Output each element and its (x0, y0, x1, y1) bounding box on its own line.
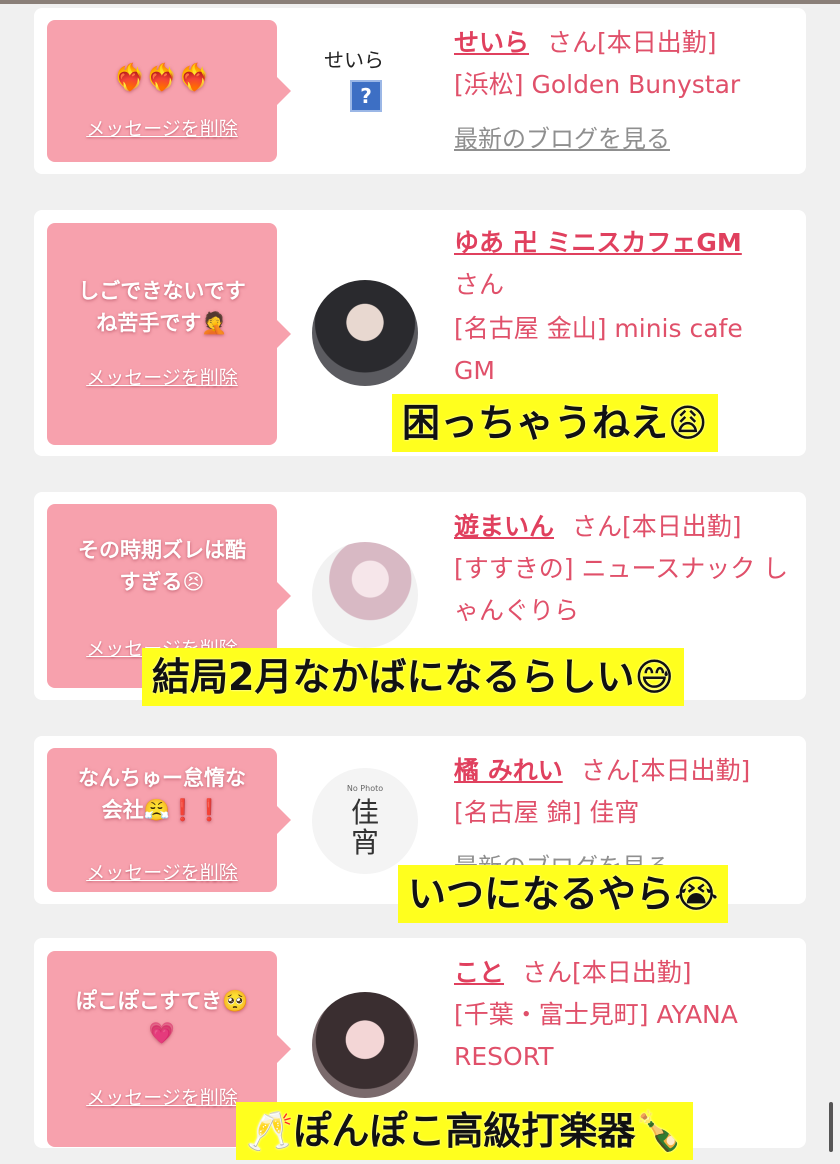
cast-status: さん[本日出勤] (522, 958, 692, 987)
cast-name-link[interactable]: 橘 みれい (454, 756, 563, 785)
cast-status: さん (454, 270, 505, 299)
message-bubble: なんちゅー怠惰な 会社😤❗❗ メッセージを削除 (47, 748, 291, 892)
cast-name-link[interactable]: こと (454, 958, 504, 987)
message-card: ❤️‍🔥❤️‍🔥❤️‍🔥 メッセージを削除 せいら ? せいら さん[本日出勤] … (34, 8, 806, 174)
top-divider (0, 0, 840, 4)
message-text: ぽこぽこすてき🥺 💗 (75, 989, 249, 1045)
shop-name: [すすきの] ニュースナック しゃんぐりら (454, 554, 789, 625)
delete-message-link[interactable]: メッセージを削除 (47, 363, 277, 390)
message-bubble: ❤️‍🔥❤️‍🔥❤️‍🔥 メッセージを削除 (47, 20, 291, 162)
cast-info: ゆあ 卍 ミニスカフェGM さん [名古屋 金山] minis cafe GM (454, 222, 784, 392)
cast-info: こと さん[本日出勤] [千葉・富士見町] AYANA RESORT (454, 952, 784, 1078)
avatar[interactable]: せいら ? (312, 38, 418, 144)
blog-link[interactable]: 最新のブログを見る (454, 118, 784, 160)
overlay-caption: いつになるやら😭 (398, 865, 729, 923)
cast-name-link[interactable]: ゆあ 卍 ミニスカフェGM (454, 228, 742, 257)
avatar[interactable] (312, 992, 418, 1098)
message-bubble: しごできないです ね苦手です🤦 メッセージを削除 (47, 223, 291, 445)
cast-status: さん[本日出勤] (572, 512, 742, 541)
overlay-caption: 困っちゃうねえ😩 (392, 394, 718, 452)
avatar-no-photo-label: No Photo (346, 784, 384, 793)
shop-name: [千葉・富士見町] AYANA RESORT (454, 1000, 738, 1071)
message-text: その時期ズレは酷 すぎる😣 (78, 538, 246, 594)
broken-image-icon: ? (350, 80, 382, 112)
scrollbar[interactable] (829, 1102, 833, 1152)
message-text: なんちゅー怠惰な 会社😤❗❗ (78, 766, 246, 822)
cast-name-link[interactable]: せいら (454, 28, 529, 57)
avatar[interactable]: No Photo 佳宵 (312, 768, 418, 874)
shop-name: [名古屋 金山] minis cafe GM (454, 314, 743, 385)
shop-name: [名古屋 錦] 佳宵 (454, 798, 640, 827)
avatar[interactable] (312, 542, 418, 648)
cast-name-link[interactable]: 遊まいん (454, 512, 554, 541)
delete-message-link[interactable]: メッセージを削除 (47, 114, 277, 141)
cast-status: さん[本日出勤] (580, 756, 751, 785)
cast-info: せいら さん[本日出勤] [浜松] Golden Bunystar 最新のブログを… (454, 22, 784, 160)
delete-message-link[interactable]: メッセージを削除 (47, 858, 277, 885)
cast-status: さん[本日出勤] (547, 28, 717, 57)
avatar[interactable] (312, 280, 418, 386)
shop-name: [浜松] Golden Bunystar (454, 70, 741, 99)
cast-info: 遊まいん さん[本日出勤] [すすきの] ニュースナック しゃんぐりら (454, 506, 788, 632)
avatar-logo-text: 佳宵 (350, 796, 379, 859)
overlay-caption: 🥂ぽんぽこ高級打楽器🍾 (236, 1102, 693, 1160)
message-text: しごできないです ね苦手です🤦 (78, 279, 246, 335)
avatar-alt-text: せいら (324, 48, 384, 72)
overlay-caption: 結局2月なかばになるらしい😅 (142, 648, 685, 706)
message-text: ❤️‍🔥❤️‍🔥❤️‍🔥 (113, 63, 211, 93)
